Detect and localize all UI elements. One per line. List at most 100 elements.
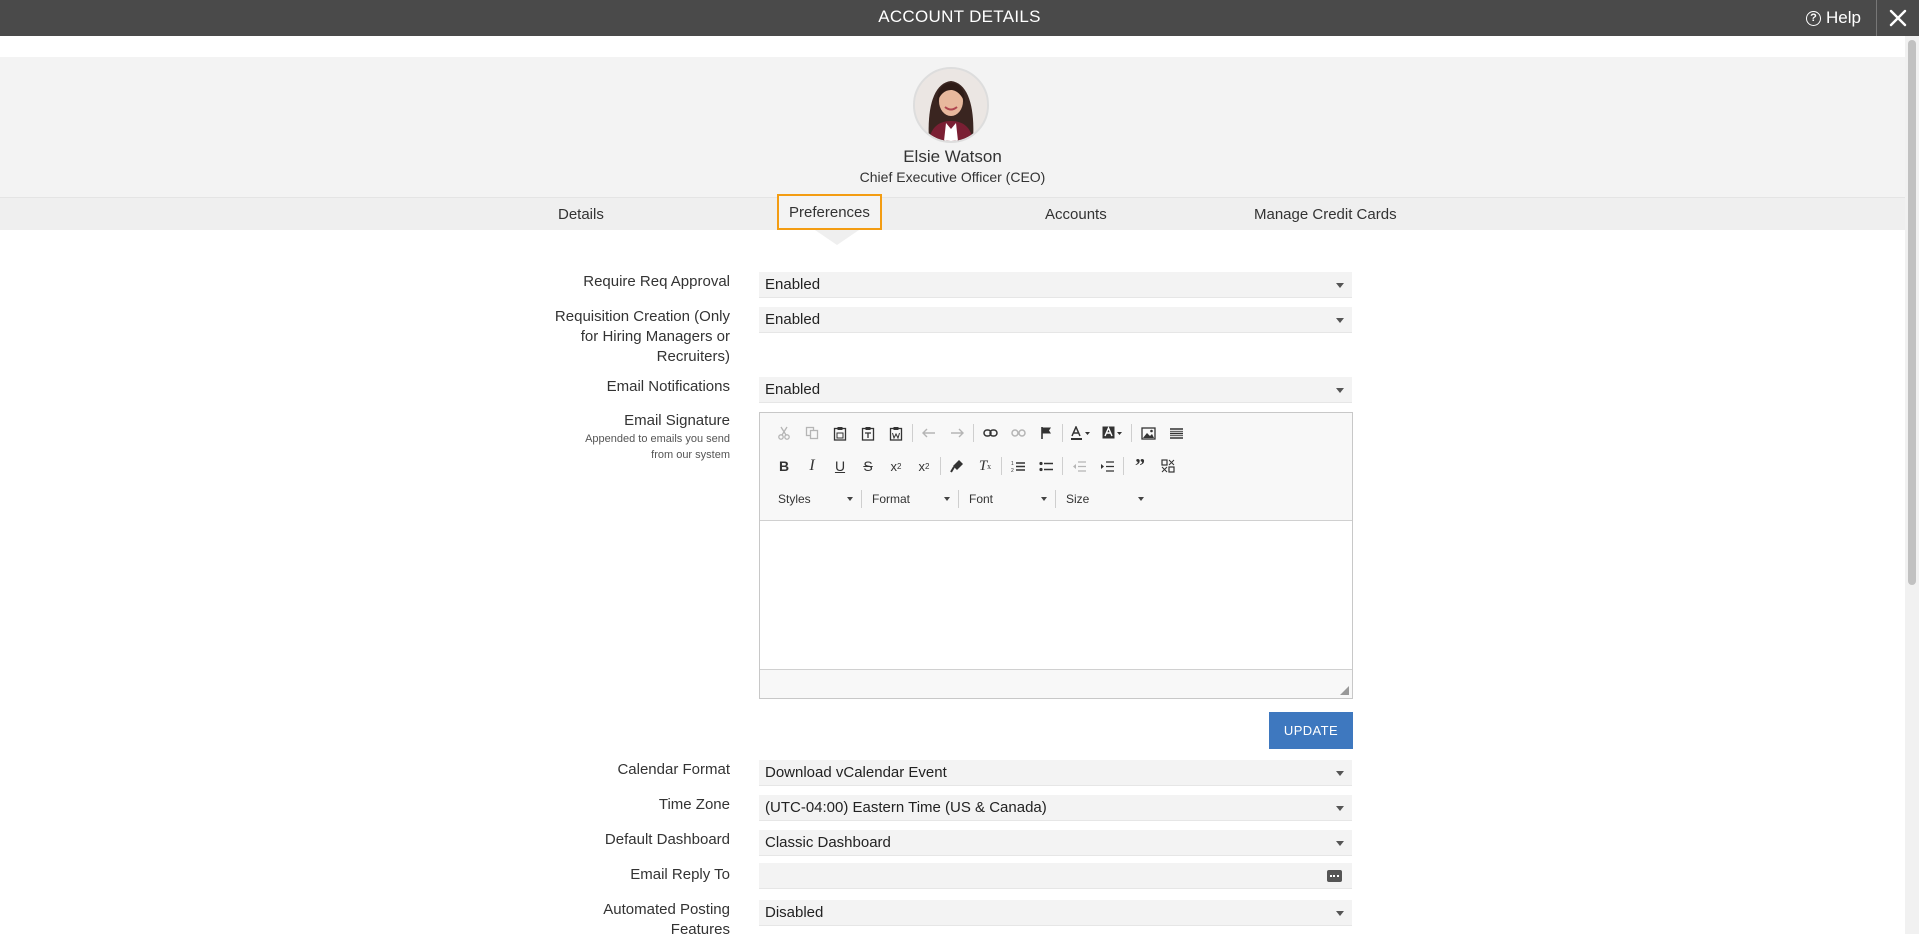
superscript-icon[interactable]: x2 [910,454,938,478]
paste-text-icon[interactable] [854,421,882,445]
tab-bar: Details Preferences Accounts Manage Cred… [0,194,1905,231]
time-zone-select[interactable]: (UTC-04:00) Eastern Time (US & Canada) [759,795,1352,821]
underline-icon[interactable]: U [826,454,854,478]
default-dashboard-select[interactable]: Classic Dashboard [759,830,1352,856]
toolbar-separator [940,457,941,475]
requisition-creation-select[interactable]: Enabled [759,307,1352,333]
format-combo[interactable]: Format [864,487,956,511]
requisition-creation-label-line: for Hiring Managers or [580,328,730,345]
chevron-down-icon [1336,771,1344,776]
signature-editing-area[interactable] [760,520,1352,670]
email-notifications-label: Email Notifications [606,378,730,395]
chevron-down-icon [1336,841,1344,846]
toolbar-separator [1062,457,1063,475]
numbered-list-icon[interactable]: 12 [1004,454,1032,478]
styles-combo-label: Styles [778,492,811,506]
toolbar-separator [958,490,959,508]
cut-icon[interactable] [770,421,798,445]
require-req-approval-select[interactable]: Enabled [759,272,1352,298]
toolbar-separator [1001,457,1002,475]
editor-toolbar-row: B I U S x2 x2 Tx 12 ” [770,453,1182,479]
automated-posting-label-line: Automated Posting [603,901,730,918]
close-icon [1889,9,1907,27]
scrollbar[interactable] [1905,36,1919,934]
avatar [913,67,989,143]
requisition-creation-value: Enabled [765,311,821,328]
automated-posting-value: Disabled [765,904,824,921]
outdent-icon[interactable] [1065,454,1093,478]
email-signature-sublabel-line: Appended to emails you send [585,433,730,445]
chevron-down-icon [1336,806,1344,811]
close-button[interactable] [1876,0,1919,36]
indent-icon[interactable] [1093,454,1121,478]
tab-details[interactable]: Details [558,198,604,231]
profile-name: Elsie Watson [903,147,1002,166]
remove-link-code-icon[interactable] [1154,454,1182,478]
keyboard-icon[interactable] [1327,870,1342,882]
automated-posting-select[interactable]: Disabled [759,900,1352,926]
svg-text:1: 1 [1011,461,1014,467]
remove-format-icon[interactable]: Tx [971,454,999,478]
format-combo-label: Format [872,492,911,506]
calendar-format-select[interactable]: Download vCalendar Event [759,760,1352,786]
profile-header: Elsie Watson Chief Executive Officer (CE… [0,57,1905,230]
editor-toolbar-row [770,420,1190,446]
email-signature-editor: B I U S x2 x2 Tx 12 ” Styles Format Font… [759,412,1353,699]
background-color-icon[interactable] [1097,421,1129,445]
scrollbar-thumb[interactable] [1908,40,1916,585]
horizontal-line-icon[interactable] [1162,421,1190,445]
font-combo-label: Font [969,492,994,506]
italic-icon[interactable]: I [798,454,826,478]
paste-icon[interactable] [826,421,854,445]
email-signature-sublabel: Appended to emails you send from our sys… [585,431,730,463]
tab-manage-credit-cards[interactable]: Manage Credit Cards [1254,198,1397,231]
email-notifications-select[interactable]: Enabled [759,377,1352,403]
bold-icon[interactable]: B [770,454,798,478]
time-zone-label: Time Zone [658,796,730,813]
chevron-down-icon [1336,283,1344,288]
link-icon[interactable] [976,421,1004,445]
size-combo[interactable]: Size [1058,487,1150,511]
header-bar: ACCOUNT DETAILS ? Help [0,0,1919,36]
toolbar-separator [1131,424,1132,442]
styles-combo[interactable]: Styles [770,487,859,511]
profile-job-title: Chief Executive Officer (CEO) [859,169,1046,185]
help-button[interactable]: ? Help [1806,0,1861,36]
anchor-flag-icon[interactable] [1032,421,1060,445]
toolbar-separator [861,490,862,508]
page-title: ACCOUNT DETAILS [878,7,1041,26]
email-reply-to-label: Email Reply To [630,866,730,883]
toolbar-separator [1123,457,1124,475]
email-reply-to-input[interactable] [759,863,1352,889]
default-dashboard-value: Classic Dashboard [765,834,891,851]
text-color-icon[interactable] [1065,421,1097,445]
chevron-down-icon [1336,388,1344,393]
chevron-down-icon [847,497,853,501]
image-icon[interactable] [1134,421,1162,445]
strikethrough-icon[interactable]: S [854,454,882,478]
chevron-down-icon [1336,911,1344,916]
chevron-down-icon [1041,497,1047,501]
toolbar-separator [912,424,913,442]
unlink-icon[interactable] [1004,421,1032,445]
editor-resize-handle[interactable] [1340,686,1349,695]
requisition-creation-label-line: Requisition Creation (Only [554,308,730,325]
chevron-down-icon [1138,497,1144,501]
tab-accounts[interactable]: Accounts [1045,198,1107,231]
toolbar-separator [1055,490,1056,508]
tab-preferences[interactable]: Preferences [777,194,882,230]
email-signature-label: Email Signature [624,412,730,429]
copy-formatting-icon[interactable] [943,454,971,478]
bulleted-list-icon[interactable] [1032,454,1060,478]
paste-word-icon[interactable] [882,421,910,445]
subscript-icon[interactable]: x2 [882,454,910,478]
help-icon: ? [1806,10,1822,26]
redo-icon[interactable] [943,421,971,445]
font-combo[interactable]: Font [961,487,1053,511]
copy-icon[interactable] [798,421,826,445]
update-button[interactable]: UPDATE [1269,712,1353,749]
default-dashboard-label: Default Dashboard [604,831,730,848]
require-req-approval-label: Require Req Approval [583,273,730,290]
blockquote-icon[interactable]: ” [1126,454,1154,478]
undo-icon[interactable] [915,421,943,445]
